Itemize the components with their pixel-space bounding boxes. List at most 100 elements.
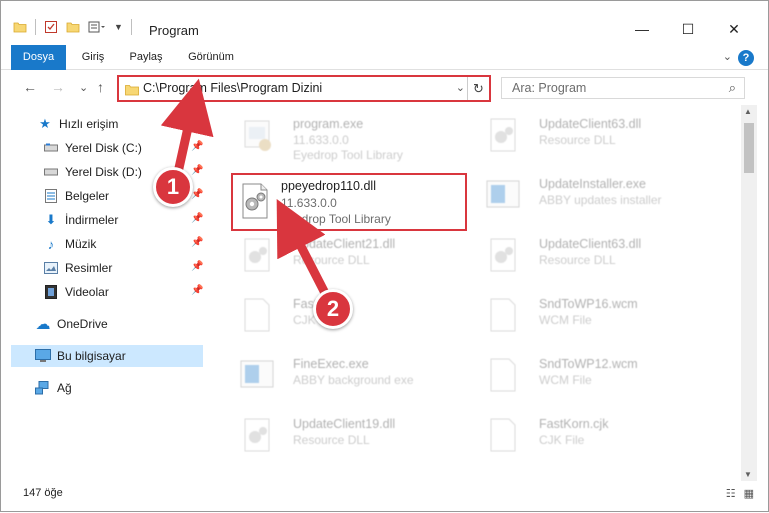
sidebar-item-label: Yerel Disk (D:)	[65, 165, 142, 179]
music-icon: ♪	[47, 236, 55, 252]
tab-home[interactable]: Giriş	[73, 45, 113, 70]
new-folder-icon[interactable]	[66, 20, 80, 34]
file-item[interactable]: program.exe 11.633.0.0 Eyedrop Tool Libr…	[231, 109, 461, 162]
gear-file-icon	[244, 418, 270, 452]
sidebar-item-label: Resimler	[65, 261, 113, 275]
scrollbar-thumb[interactable]	[744, 123, 754, 173]
file-name: UpdateClient63.dll	[539, 117, 642, 131]
sidebar-item-videos[interactable]: Videolar 📌	[1, 281, 205, 303]
sidebar-item-network[interactable]: Ağ	[1, 377, 205, 399]
gear-file-icon	[490, 118, 516, 152]
details-view-icon[interactable]: ☷	[726, 487, 736, 500]
file-description: Eyedrop Tool Library	[293, 148, 403, 162]
title-bar: ▼ Program — ☐ ✕	[1, 1, 768, 43]
search-input[interactable]: Ara: Program ⌕	[501, 77, 745, 99]
file-description: Resource DLL	[293, 433, 370, 447]
file-item-selected[interactable]: ppeyedrop110.dll 11.633.0.0 Eyedrop Tool…	[231, 173, 467, 231]
sidebar-item-music[interactable]: ♪ Müzik 📌	[1, 233, 205, 255]
address-bar[interactable]: C:\Program Files\Program Dizini ⌄ ↻	[117, 75, 491, 102]
item-count: 147 öğe	[23, 487, 63, 499]
chevron-down-icon[interactable]: ⌄	[456, 81, 465, 94]
sidebar-item-pictures[interactable]: Resimler 📌	[1, 257, 205, 279]
file-description: ABBY background exe	[293, 373, 414, 387]
address-path[interactable]: C:\Program Files\Program Dizini	[143, 81, 322, 95]
separator	[35, 19, 36, 35]
scroll-up-icon[interactable]: ▲	[744, 107, 752, 116]
star-icon: ★	[39, 116, 51, 131]
file-item[interactable]: UpdateClient63.dll Resource DLL	[477, 109, 707, 161]
ribbon-expand-icon[interactable]: ⌄	[723, 50, 732, 63]
file-description: Resource DLL	[293, 253, 370, 267]
file-description: Resource DLL	[539, 253, 616, 267]
pin-icon[interactable]: 📌	[191, 213, 203, 224]
blank-file-icon	[490, 298, 516, 332]
scroll-down-icon[interactable]: ▼	[744, 470, 752, 479]
sidebar-item-quick-access[interactable]: ★ Hızlı erişim	[1, 113, 205, 135]
pin-icon[interactable]: 📌	[191, 165, 203, 176]
file-description: CJK File	[539, 433, 585, 447]
file-name: UpdateClient21.dll	[293, 237, 396, 251]
file-name: UpdateClient19.dll	[293, 417, 396, 431]
file-description: Eyedrop Tool Library	[281, 212, 391, 226]
gear-file-icon	[244, 238, 270, 272]
documents-icon	[43, 188, 59, 204]
customize-icon[interactable]	[88, 20, 106, 34]
videos-icon	[43, 284, 59, 300]
sidebar-item-onedrive[interactable]: ☁ OneDrive	[1, 313, 205, 335]
app-icon	[486, 180, 520, 208]
network-icon	[35, 380, 51, 396]
file-item[interactable]: FastKorn.cjk CJK File	[477, 409, 707, 461]
step-badge-1: 1	[153, 167, 193, 207]
file-name: program.exe	[293, 117, 364, 131]
sidebar-item-label: Videolar	[65, 285, 109, 299]
pin-icon[interactable]: 📌	[191, 237, 203, 248]
help-icon[interactable]: ?	[738, 50, 754, 66]
pin-icon[interactable]: 📌	[191, 189, 203, 200]
forward-button[interactable]: →	[51, 79, 65, 95]
minimize-button[interactable]: —	[619, 15, 665, 43]
tab-share[interactable]: Paylaş	[121, 45, 171, 70]
download-icon: ⬇	[45, 212, 57, 227]
blank-file-icon	[490, 358, 516, 392]
up-button[interactable]: ↑	[97, 79, 104, 95]
maximize-button[interactable]: ☐	[665, 15, 711, 43]
file-item[interactable]: UpdateClient21.dll Resource DLL	[231, 229, 461, 281]
folder-icon	[125, 85, 139, 96]
sidebar-item-label: Müzik	[65, 237, 97, 251]
quick-access-toolbar: ▼	[13, 19, 132, 35]
back-button[interactable]: ←	[23, 79, 37, 95]
file-item[interactable]: SndToWP12.wcm WCM File	[477, 349, 707, 401]
close-button[interactable]: ✕	[711, 15, 757, 43]
file-list: program.exe 11.633.0.0 Eyedrop Tool Libr…	[215, 105, 741, 481]
file-item[interactable]: UpdateClient19.dll Resource DLL	[231, 409, 461, 461]
tab-view[interactable]: Görünüm	[179, 45, 243, 70]
pin-icon[interactable]: 📌	[191, 141, 203, 152]
view-switcher: ☷ ▦	[726, 487, 754, 500]
folder-icon	[13, 22, 27, 33]
status-bar: 147 öğe ☷ ▦	[1, 481, 768, 511]
pictures-icon	[43, 260, 59, 276]
sidebar-item-this-pc[interactable]: Bu bilgisayar	[11, 345, 203, 367]
sidebar-item-drive-c[interactable]: Yerel Disk (C:) 📌	[1, 137, 205, 159]
minimize-icon: —	[635, 21, 649, 37]
refresh-icon[interactable]: ↻	[467, 77, 489, 100]
pin-icon[interactable]: 📌	[191, 261, 203, 272]
file-version: 11.633.0.0	[281, 196, 337, 210]
file-item[interactable]: FineExec.exe ABBY background exe	[231, 349, 461, 401]
tab-file[interactable]: Dosya	[11, 45, 66, 70]
sidebar-item-downloads[interactable]: ⬇ İndirmeler 📌	[1, 209, 205, 231]
navigation-bar: ← → ⌄ ↑ C:\Program Files\Program Dizini …	[1, 71, 768, 105]
search-icon[interactable]: ⌕	[729, 80, 736, 96]
maximize-icon: ☐	[681, 20, 695, 37]
file-name: UpdateInstaller.exe	[539, 177, 647, 191]
pin-icon[interactable]: 📌	[191, 285, 203, 296]
tiles-view-icon[interactable]: ▦	[744, 487, 754, 500]
recent-locations-button[interactable]: ⌄	[79, 81, 88, 94]
file-item[interactable]: SndToWP16.wcm WCM File	[477, 289, 707, 341]
vertical-scrollbar[interactable]: ▲ ▼	[741, 105, 757, 481]
file-item[interactable]: UpdateClient63.dll Resource DLL	[477, 229, 707, 281]
file-item[interactable]: UpdateInstaller.exe ABBY updates install…	[477, 169, 707, 221]
chevron-down-icon[interactable]: ▼	[114, 22, 123, 32]
computer-icon	[35, 348, 51, 364]
properties-icon[interactable]	[44, 20, 58, 34]
